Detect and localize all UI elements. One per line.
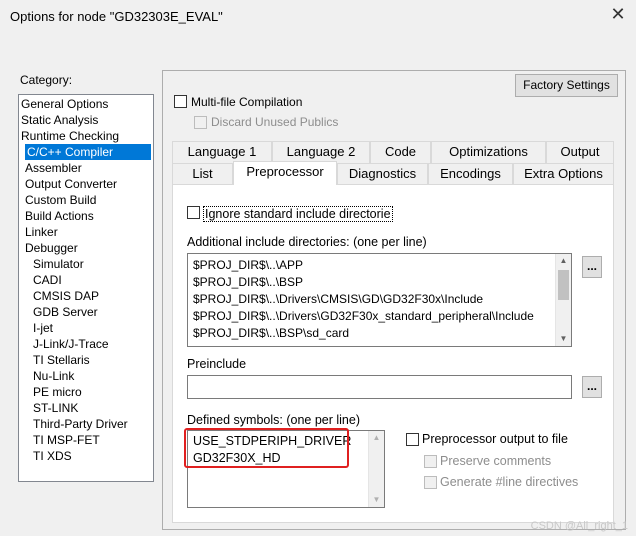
tab-diagnostics[interactable]: Diagnostics — [337, 163, 428, 185]
include-dir-line: $PROJ_DIR$\..\Drivers\CMSIS\GD\GD32F30x\… — [193, 292, 484, 306]
category-item[interactable]: Third-Party Driver — [33, 416, 128, 432]
pp-output-checkbox[interactable] — [406, 433, 419, 446]
preinclude-input[interactable] — [187, 375, 572, 399]
include-dirs-textarea[interactable]: $PROJ_DIR$\..\APP $PROJ_DIR$\..\BSP $PROJ_… — [187, 253, 572, 347]
include-dirs-browse-button[interactable]: ... — [582, 256, 602, 278]
category-item[interactable]: TI Stellaris — [33, 352, 90, 368]
close-icon[interactable]: ✕ — [604, 4, 632, 28]
tab-code[interactable]: Code — [370, 141, 431, 163]
category-item[interactable]: Linker — [25, 224, 58, 240]
category-item[interactable]: C/C++ Compiler — [25, 144, 151, 160]
scroll-down-icon[interactable]: ▼ — [369, 494, 384, 506]
discard-unused-label: Discard Unused Publics — [211, 115, 339, 129]
ignore-std-checkbox[interactable] — [187, 206, 200, 219]
category-item[interactable]: Simulator — [33, 256, 84, 272]
category-item[interactable]: TI MSP-FET — [33, 432, 100, 448]
category-item[interactable]: Nu-Link — [33, 368, 74, 384]
preinclude-label: Preinclude — [187, 357, 247, 371]
ignore-std-label: Ignore standard include directorie — [203, 206, 393, 222]
category-item[interactable]: Runtime Checking — [21, 128, 119, 144]
preserve-comments-label: Preserve comments — [440, 454, 552, 468]
defined-symbols-label: Defined symbols: (one per line) — [187, 413, 360, 427]
scroll-up-icon[interactable]: ▲ — [556, 255, 571, 267]
multi-file-checkbox[interactable] — [174, 95, 187, 108]
scroll-thumb[interactable] — [558, 270, 569, 300]
category-item[interactable]: GDB Server — [33, 304, 98, 320]
pp-output-label: Preprocessor output to file — [422, 432, 568, 446]
generate-line-checkbox[interactable] — [424, 476, 437, 489]
defined-symbols-scrollbar[interactable]: ▲ ▼ — [368, 431, 384, 507]
discard-unused-checkbox[interactable] — [194, 116, 207, 129]
highlight-annotation — [184, 428, 349, 468]
category-item[interactable]: PE micro — [33, 384, 82, 400]
scroll-up-icon[interactable]: ▲ — [369, 432, 384, 444]
category-item[interactable]: Build Actions — [25, 208, 94, 224]
category-item[interactable]: J-Link/J-Trace — [33, 336, 109, 352]
scroll-down-icon[interactable]: ▼ — [556, 333, 571, 345]
include-dir-line: $PROJ_DIR$\..\BSP\sd_card — [193, 326, 350, 340]
include-dir-line: $PROJ_DIR$\..\APP — [193, 258, 304, 272]
category-item[interactable]: TI XDS — [33, 448, 72, 464]
include-dir-line: $PROJ_DIR$\..\BSP — [193, 275, 304, 289]
category-item[interactable]: General Options — [21, 96, 108, 112]
preserve-comments-checkbox[interactable] — [424, 455, 437, 468]
include-dirs-label: Additional include directories: (one per… — [187, 235, 427, 249]
tab-language-2[interactable]: Language 2 — [272, 141, 370, 163]
category-list[interactable]: General Options Static Analysis Runtime Ch… — [18, 94, 154, 482]
tab-language-1[interactable]: Language 1 — [172, 141, 272, 163]
tab-preprocessor[interactable]: Preprocessor — [233, 161, 337, 185]
tab-extra-options[interactable]: Extra Options — [513, 163, 614, 185]
category-item[interactable]: I-jet — [33, 320, 53, 336]
category-item[interactable]: Custom Build — [25, 192, 96, 208]
category-item[interactable]: Debugger — [25, 240, 78, 256]
category-item[interactable]: Output Converter — [25, 176, 117, 192]
generate-line-label: Generate #line directives — [440, 475, 579, 489]
preinclude-browse-button[interactable]: ... — [582, 376, 602, 398]
category-item[interactable]: Assembler — [25, 160, 82, 176]
tab-list[interactable]: List — [172, 163, 233, 185]
window-title: Options for node "GD32303E_EVAL" — [10, 9, 223, 24]
category-item[interactable]: Static Analysis — [21, 112, 98, 128]
tab-optimizations[interactable]: Optimizations — [431, 141, 546, 163]
multi-file-label: Multi-file Compilation — [191, 95, 303, 109]
category-item[interactable]: CMSIS DAP — [33, 288, 99, 304]
include-dir-line: $PROJ_DIR$\..\Drivers\GD32F30x_standard_… — [193, 309, 534, 323]
include-dirs-scrollbar[interactable]: ▲ ▼ — [555, 254, 571, 346]
watermark: CSDN @All_right_1 — [530, 520, 628, 532]
category-label: Category: — [20, 73, 73, 87]
category-item[interactable]: CADI — [33, 272, 62, 288]
factory-settings-button[interactable]: Factory Settings — [515, 74, 618, 97]
category-item[interactable]: ST-LINK — [33, 400, 78, 416]
tab-output[interactable]: Output — [546, 141, 614, 163]
tab-encodings[interactable]: Encodings — [428, 163, 513, 185]
